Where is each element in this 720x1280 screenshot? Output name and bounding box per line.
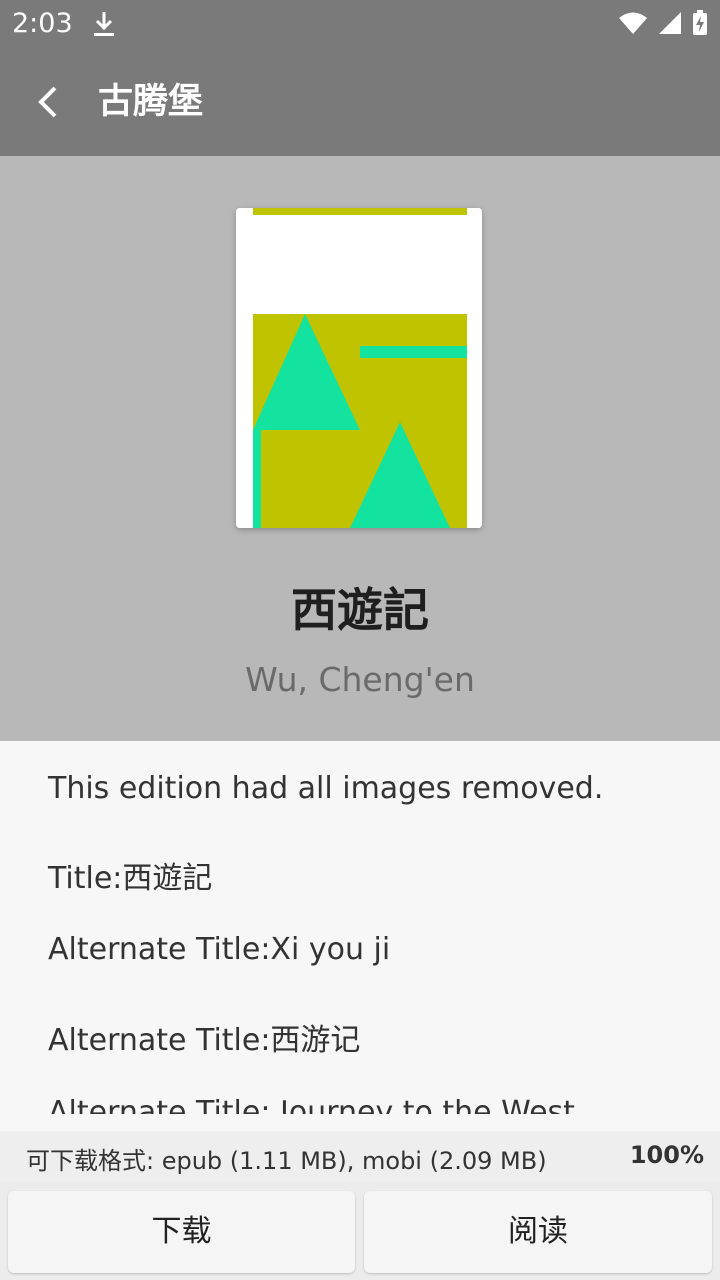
download-icon	[92, 10, 116, 42]
description-line: Title:西遊記	[48, 861, 213, 896]
description-line: Alternate Title: Journey to the West	[48, 1095, 575, 1114]
book-title: 西遊記	[291, 583, 429, 637]
book-cover	[236, 208, 482, 528]
battery-icon	[692, 10, 708, 40]
description-line: Alternate Title:Xi you ji	[48, 932, 391, 967]
status-icons	[618, 10, 708, 40]
download-formats: 可下载格式: epub (1.11 MB), mobi (2.09 MB)	[26, 1147, 547, 1175]
format-info-bar: 可下载格式: epub (1.11 MB), mobi (2.09 MB) 10…	[0, 1131, 720, 1183]
read-button[interactable]: 阅读	[364, 1191, 712, 1273]
book-author: Wu, Cheng'en	[245, 660, 475, 699]
signal-icon	[658, 11, 682, 39]
action-bar: 下载 阅读	[0, 1183, 720, 1280]
page-title: 古腾堡	[98, 82, 204, 122]
download-button[interactable]: 下载	[8, 1191, 355, 1273]
description-line: This edition had all images removed.	[48, 771, 604, 806]
status-bar: 2:03	[0, 0, 720, 48]
download-progress: 100%	[629, 1141, 704, 1169]
book-description[interactable]: This edition had all images removed. Tit…	[0, 741, 720, 1114]
book-header: 西遊記 Wu, Cheng'en	[0, 156, 720, 741]
app-bar: 古腾堡	[0, 48, 720, 156]
status-time: 2:03	[12, 8, 73, 39]
description-line: Alternate Title:西游记	[48, 1023, 361, 1058]
back-arrow-icon[interactable]	[26, 76, 70, 128]
wifi-icon	[618, 11, 648, 39]
